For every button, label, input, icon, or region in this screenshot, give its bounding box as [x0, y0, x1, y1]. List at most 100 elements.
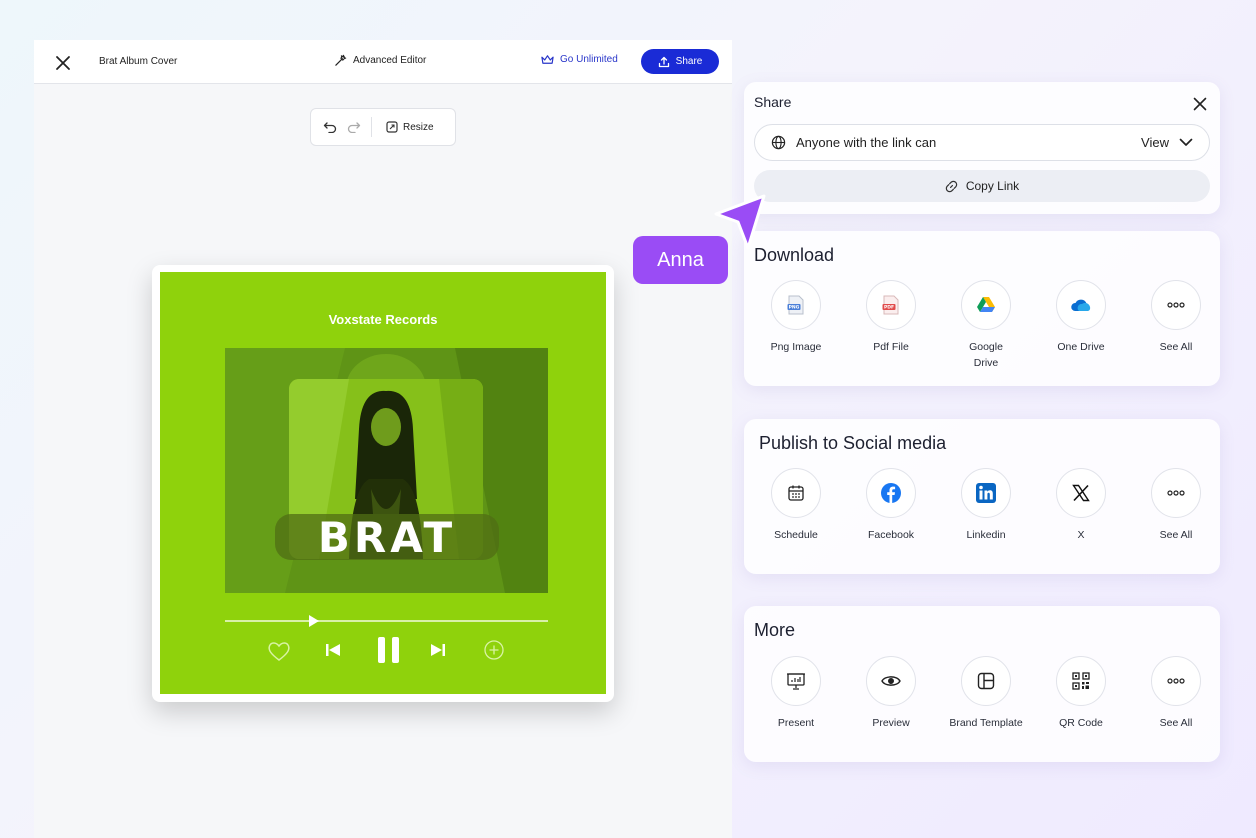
option-label: Google Drive [969, 341, 1003, 369]
layout-template-icon [977, 672, 995, 690]
download-png-option[interactable]: PNG Png Image [771, 280, 821, 371]
record-label-text[interactable]: Voxstate Records [160, 312, 606, 327]
qr-code-icon [1072, 672, 1090, 690]
social-publish-panel: Publish to Social media Schedule Faceboo… [744, 419, 1220, 574]
svg-text:PNG: PNG [789, 305, 800, 311]
more-dots-icon [1167, 302, 1185, 308]
option-label: QR Code [1059, 717, 1103, 729]
onedrive-icon [1071, 299, 1091, 311]
option-label: Facebook [867, 529, 915, 541]
preview-option[interactable]: Preview [866, 656, 916, 731]
option-label: Linkedin [966, 529, 1006, 541]
more-dots-icon [1167, 678, 1185, 684]
more-panel-title: More [754, 620, 796, 640]
add-to-playlist-button[interactable] [483, 639, 505, 661]
qr-code-option[interactable]: QR Code [1056, 656, 1106, 731]
x-logo-icon [1072, 484, 1090, 502]
copy-link-label: Copy Link [965, 179, 1020, 193]
collaborator-name-tag: Anna [633, 236, 728, 284]
share-panel-title: Share [754, 94, 792, 110]
option-circle [1056, 468, 1106, 518]
pause-button[interactable] [377, 636, 401, 664]
option-circle: PNG [771, 280, 821, 330]
go-unlimited-button[interactable]: Go Unlimited [541, 54, 618, 65]
linkedin-icon [976, 483, 996, 503]
calendar-icon [788, 485, 804, 501]
skip-previous-icon [326, 644, 340, 656]
option-circle [961, 656, 1011, 706]
option-circle [771, 468, 821, 518]
download-options: PNG Png Image PDF Pdf File Google Drive … [771, 280, 1201, 371]
pdf-file-icon: PDF [882, 295, 899, 315]
facebook-option[interactable]: Facebook [866, 468, 916, 543]
copy-link-button[interactable]: Copy Link [754, 170, 1210, 202]
magic-wand-icon [335, 54, 347, 66]
toolbar-divider [371, 117, 372, 137]
link-icon [945, 180, 958, 192]
resize-icon [386, 121, 398, 133]
link-access-text: Anyone with the link can [796, 135, 937, 150]
plus-circle-icon [484, 640, 504, 660]
present-option[interactable]: Present [771, 656, 821, 731]
go-unlimited-label: Go Unlimited [560, 54, 618, 65]
close-editor-button[interactable] [52, 52, 74, 74]
skip-next-icon [431, 644, 445, 656]
option-circle [771, 656, 821, 706]
schedule-option[interactable]: Schedule [771, 468, 821, 543]
advanced-editor-button[interactable]: Advanced Editor [334, 54, 426, 67]
option-circle [866, 468, 916, 518]
option-circle [1056, 656, 1106, 706]
download-pdf-option[interactable]: PDF Pdf File [866, 280, 916, 371]
option-circle [1151, 656, 1201, 706]
redo-icon[interactable] [347, 121, 361, 133]
option-label: Schedule [774, 529, 818, 541]
album-title-text[interactable]: BRAT [275, 513, 499, 562]
playback-progress-knob[interactable] [308, 615, 319, 627]
option-circle [866, 656, 916, 706]
share-button[interactable]: Share [641, 49, 719, 74]
option-label: Brand Template [949, 717, 1023, 729]
brand-template-option[interactable]: Brand Template [949, 656, 1023, 731]
x-option[interactable]: X [1056, 468, 1106, 543]
advanced-editor-label: Advanced Editor [353, 55, 427, 66]
canvas-toolbar: Resize [310, 108, 456, 146]
option-circle [1151, 468, 1201, 518]
globe-icon [771, 135, 786, 150]
option-circle: PDF [866, 280, 916, 330]
link-access-dropdown[interactable]: Anyone with the link can View [754, 124, 1210, 161]
social-see-all-option[interactable]: See All [1151, 468, 1201, 543]
album-cover-card[interactable]: Voxstate Records BRAT [152, 265, 614, 702]
document-title[interactable]: Brat Album Cover [99, 56, 177, 67]
option-label: See All [1159, 529, 1193, 541]
playback-progress-bar[interactable] [225, 615, 548, 627]
like-button[interactable] [267, 640, 291, 662]
download-onedrive-option[interactable]: One Drive [1056, 280, 1106, 371]
previous-track-button[interactable] [325, 642, 341, 658]
resize-button[interactable]: Resize [386, 121, 434, 133]
option-label: Png Image [770, 341, 822, 353]
undo-icon[interactable] [323, 121, 337, 133]
cover-photo-background[interactable]: BRAT [225, 348, 548, 593]
share-button-label: Share [675, 56, 703, 67]
social-panel-title: Publish to Social media [759, 433, 947, 453]
option-label: X [1077, 529, 1085, 541]
download-see-all-option[interactable]: See All [1151, 280, 1201, 371]
more-dots-icon [1167, 490, 1185, 496]
more-see-all-option[interactable]: See All [1151, 656, 1201, 731]
social-options: Schedule Facebook Linkedin X See All [771, 468, 1201, 543]
presentation-icon [787, 673, 805, 690]
editor-topbar: Brat Album Cover Advanced Editor Go Unli… [34, 40, 732, 84]
option-circle [961, 280, 1011, 330]
linkedin-option[interactable]: Linkedin [961, 468, 1011, 543]
eye-icon [881, 676, 901, 686]
next-track-button[interactable] [430, 642, 446, 658]
png-file-icon: PNG [787, 295, 804, 315]
permission-value: View [1141, 135, 1169, 150]
download-google-drive-option[interactable]: Google Drive [961, 280, 1011, 371]
close-share-panel-button[interactable] [1190, 94, 1210, 114]
option-label: Pdf File [873, 341, 909, 353]
album-cover-design[interactable]: Voxstate Records BRAT [160, 272, 606, 694]
google-drive-icon [977, 297, 995, 312]
player-controls [225, 637, 548, 670]
close-icon [56, 56, 70, 70]
